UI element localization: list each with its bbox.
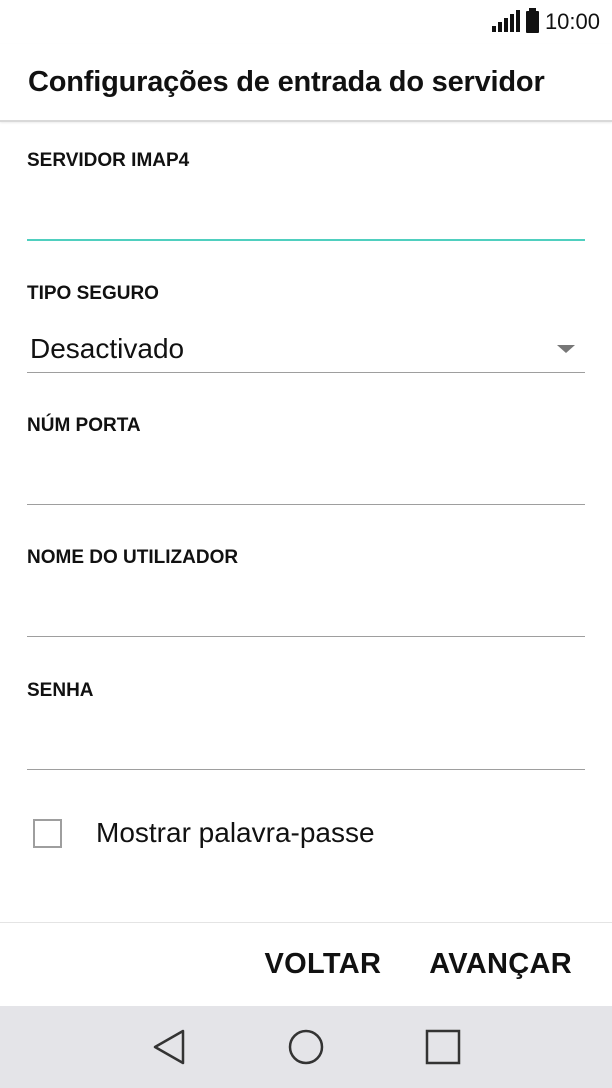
page-title: Configurações de entrada do servidor bbox=[28, 65, 545, 98]
imap-server-input[interactable] bbox=[27, 197, 585, 241]
back-triangle-icon bbox=[153, 1029, 184, 1065]
battery-icon bbox=[525, 8, 539, 33]
imap-server-field: SERVIDOR IMAP4 bbox=[27, 150, 585, 241]
security-type-select[interactable]: Desactivado bbox=[27, 325, 585, 373]
username-input[interactable] bbox=[27, 593, 585, 637]
status-bar: 10:00 bbox=[0, 0, 612, 44]
navigation-bar bbox=[0, 1006, 612, 1088]
password-field: SENHA bbox=[27, 680, 585, 770]
password-label: SENHA bbox=[27, 680, 94, 701]
imap-server-label: SERVIDOR IMAP4 bbox=[27, 150, 190, 171]
home-circle-icon bbox=[288, 1029, 324, 1065]
username-label: NOME DO UTILIZADOR bbox=[27, 547, 239, 568]
recents-square-icon bbox=[426, 1029, 461, 1065]
action-bar: VOLTAR AVANÇAR bbox=[0, 922, 612, 1006]
username-field: NOME DO UTILIZADOR bbox=[27, 547, 585, 637]
show-password-row[interactable]: Mostrar palavra-passe bbox=[33, 817, 375, 849]
nav-home-button[interactable] bbox=[276, 1017, 336, 1077]
next-button[interactable]: AVANÇAR bbox=[429, 948, 572, 981]
show-password-checkbox[interactable] bbox=[33, 818, 62, 848]
port-input[interactable] bbox=[27, 461, 585, 505]
nav-back-button[interactable] bbox=[139, 1017, 199, 1077]
nav-recents-button[interactable] bbox=[413, 1017, 473, 1077]
password-input[interactable] bbox=[27, 726, 585, 770]
port-label: NÚM PORTA bbox=[27, 415, 141, 436]
signal-icon bbox=[491, 10, 520, 32]
security-type-label: TIPO SEGURO bbox=[27, 283, 159, 304]
security-type-field: TIPO SEGURO Desactivado bbox=[27, 283, 585, 373]
port-field: NÚM PORTA bbox=[27, 415, 585, 505]
show-password-label: Mostrar palavra-passe bbox=[96, 817, 375, 848]
dropdown-caret-icon bbox=[557, 344, 575, 353]
back-button[interactable]: VOLTAR bbox=[264, 948, 381, 981]
status-clock: 10:00 bbox=[544, 9, 600, 34]
title-bar: Configurações de entrada do servidor bbox=[0, 44, 612, 122]
security-type-value: Desactivado bbox=[30, 332, 185, 364]
